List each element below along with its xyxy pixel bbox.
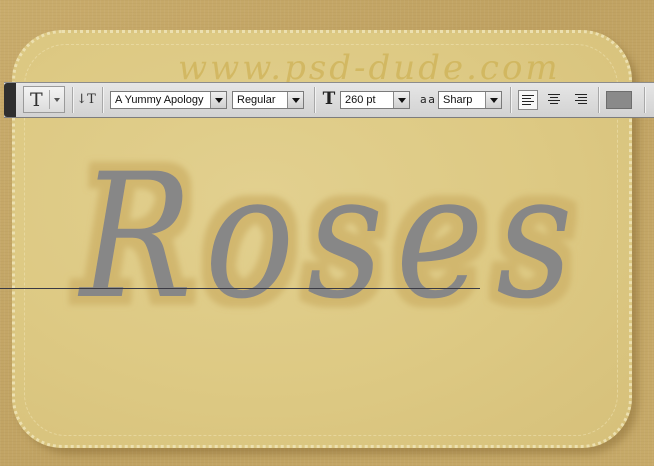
panel-grip[interactable] <box>4 83 16 117</box>
canvas-text-art: Roses <box>77 136 585 337</box>
font-family-select[interactable]: A Yummy Apology <box>110 91 227 109</box>
font-size-icon: T <box>322 89 336 109</box>
text-color-swatch[interactable] <box>606 91 632 109</box>
align-center-button[interactable] <box>544 90 564 110</box>
divider <box>314 87 316 113</box>
canvas-text: Roses <box>77 136 585 337</box>
anti-alias-icon: a a <box>420 92 435 106</box>
font-size-select[interactable]: 260 pt <box>340 91 410 109</box>
chevron-down-icon[interactable] <box>393 92 409 108</box>
font-size-label: T <box>317 88 341 110</box>
align-left-button[interactable] <box>518 90 538 110</box>
font-size-value: 260 pt <box>345 94 376 106</box>
chevron-down-icon <box>54 98 60 102</box>
anti-alias-label: a a <box>416 88 438 110</box>
text-baseline-guide <box>0 288 480 289</box>
chevron-down-icon[interactable] <box>287 92 303 108</box>
chevron-down-icon[interactable] <box>210 92 226 108</box>
align-right-button[interactable] <box>570 90 590 110</box>
divider <box>72 87 74 113</box>
anti-alias-value: Sharp <box>443 94 473 106</box>
anti-alias-select[interactable]: Sharp <box>438 91 502 109</box>
font-family-value: A Yummy Apology <box>115 94 204 106</box>
font-style-value: Regular <box>237 94 276 106</box>
chevron-down-icon[interactable] <box>485 92 501 108</box>
divider <box>644 87 646 113</box>
options-bar: T ↓T A Yummy Apology Regular T 260 pt a … <box>4 82 654 118</box>
divider <box>49 90 50 109</box>
text-orientation-button[interactable]: ↓T <box>75 88 97 110</box>
canvas-text-layer[interactable]: Roses <box>0 0 654 466</box>
divider <box>598 87 600 113</box>
divider <box>510 87 512 113</box>
tool-preset-picker[interactable]: T <box>23 86 65 113</box>
text-orientation-icon: ↓T <box>76 91 96 107</box>
divider <box>102 87 104 113</box>
type-tool-icon: T <box>30 89 43 111</box>
font-style-select[interactable]: Regular <box>232 91 304 109</box>
